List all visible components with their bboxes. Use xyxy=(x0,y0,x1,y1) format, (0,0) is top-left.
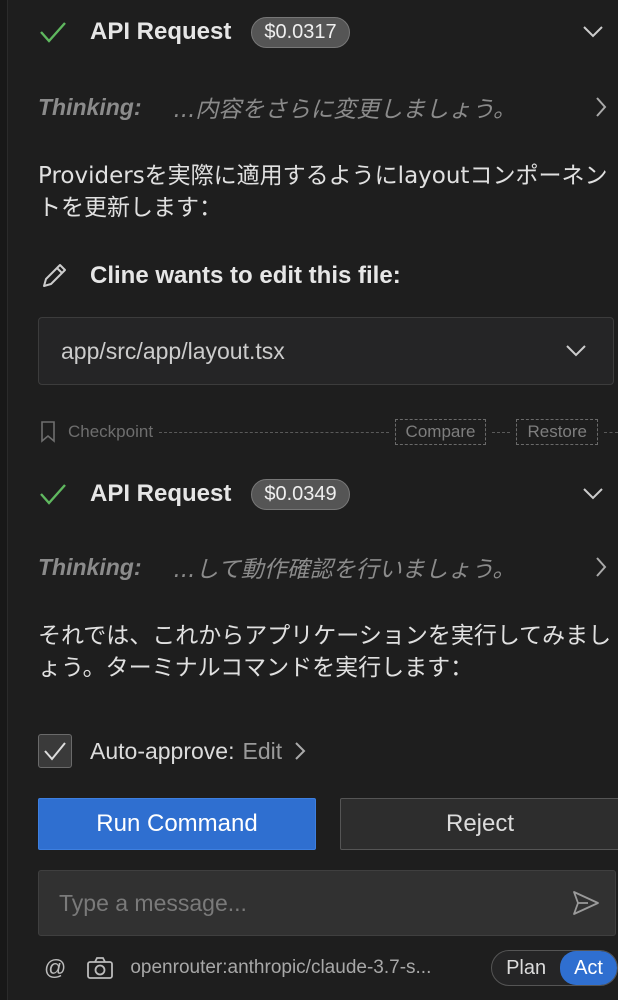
divider xyxy=(492,431,511,433)
divider xyxy=(159,431,389,433)
checkpoint-label: Checkpoint xyxy=(68,422,154,441)
reject-button[interactable]: Reject xyxy=(340,798,618,850)
mode-toggle[interactable]: Plan Act xyxy=(491,950,618,986)
auto-approve-checkbox[interactable] xyxy=(38,734,72,768)
camera-icon[interactable] xyxy=(86,956,114,980)
cost-badge: $0.0349 xyxy=(251,478,350,510)
model-selector[interactable]: openrouter:anthropic/claude-3.7-s... xyxy=(130,957,480,979)
thinking-text: ...して動作確認を行いましょう。 xyxy=(173,557,516,583)
api-request-title: API Request xyxy=(90,18,232,45)
file-path-dropdown[interactable]: app/src/app/layout.tsx xyxy=(38,317,614,385)
check-icon xyxy=(38,481,68,507)
chevron-right-icon[interactable] xyxy=(294,741,306,761)
panel-edge xyxy=(0,0,8,1000)
thinking-row-2[interactable]: Thinking: ...して動作確認を行いましょう。 xyxy=(38,546,618,588)
restore-button[interactable]: Restore xyxy=(516,419,598,445)
send-icon[interactable] xyxy=(571,889,601,917)
file-path: app/src/app/layout.tsx xyxy=(61,337,285,364)
chevron-down-icon xyxy=(565,344,587,358)
thinking-row-1[interactable]: Thinking: ...内容をさらに変更しましょう。 xyxy=(38,86,618,128)
thinking-label: Thinking: xyxy=(38,93,142,120)
composer-footer: @ openrouter:anthropic/claude-3.7-s... P… xyxy=(44,950,618,986)
mode-act[interactable]: Act xyxy=(560,951,617,985)
pencil-icon xyxy=(38,260,70,292)
chevron-down-icon[interactable] xyxy=(582,25,604,39)
auto-approve-value[interactable]: Edit xyxy=(242,738,282,765)
auto-approve-label: Auto-approve: xyxy=(90,737,235,764)
thinking-text: ...内容をさらに変更しましょう。 xyxy=(173,97,517,123)
run-command-button[interactable]: Run Command xyxy=(38,798,316,850)
bookmark-icon xyxy=(38,420,58,444)
chevron-right-icon[interactable] xyxy=(594,96,608,118)
auto-approve-row[interactable]: Auto-approve: Edit xyxy=(38,734,306,768)
api-request-header-2[interactable]: API Request $0.0349 xyxy=(38,472,618,516)
checkpoint-row: Checkpoint Compare Restore xyxy=(38,417,618,447)
api-request-header-1[interactable]: API Request $0.0317 xyxy=(38,10,618,54)
compare-button[interactable]: Compare xyxy=(394,419,487,445)
check-icon xyxy=(38,19,68,45)
cost-badge: $0.0317 xyxy=(251,16,350,48)
mode-plan[interactable]: Plan xyxy=(492,951,560,985)
thinking-label: Thinking: xyxy=(38,553,142,580)
divider xyxy=(604,431,618,433)
mention-icon[interactable]: @ xyxy=(44,955,66,981)
assistant-message: Providersを実際に適用するようにlayoutコンポーネントを更新します： xyxy=(38,163,608,221)
message-composer xyxy=(38,870,616,936)
api-request-title: API Request xyxy=(90,480,232,507)
assistant-message: それでは、これからアプリケーションを実行してみましょう。ターミナルコマンドを実行… xyxy=(38,623,612,681)
edit-file-header: Cline wants to edit this file: xyxy=(38,254,618,298)
message-input[interactable] xyxy=(57,888,541,918)
chevron-down-icon[interactable] xyxy=(582,487,604,501)
chevron-right-icon[interactable] xyxy=(594,556,608,578)
edit-file-title: Cline wants to edit this file: xyxy=(90,262,401,289)
